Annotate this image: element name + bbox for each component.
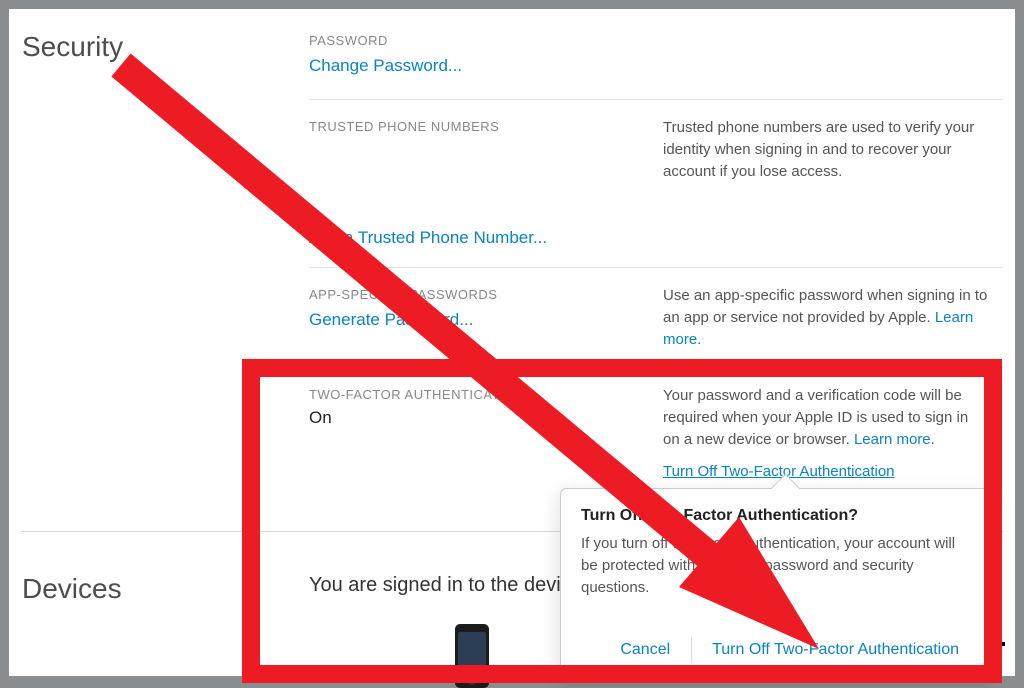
settings-panel: Security PASSWORD Change Password... TRU… — [9, 9, 1015, 676]
turn-off-two-factor-link[interactable]: Turn Off Two-Factor Authentication — [663, 463, 895, 480]
trusted-phone-desc: Trusted phone numbers are used to verify… — [663, 117, 989, 182]
app-specific-desc: Use an app-specific password when signin… — [663, 285, 989, 350]
device-thumbnail-iphone[interactable] — [455, 624, 489, 688]
divider — [309, 99, 1003, 100]
popover-title: Turn Off Two-Factor Authentication? — [581, 507, 971, 525]
decorative-mark — [997, 642, 1005, 646]
change-password-link[interactable]: Change Password... — [309, 56, 462, 76]
turn-off-two-factor-popover: Turn Off Two-Factor Authentication? If y… — [560, 488, 992, 678]
app-specific-heading: APP-SPECIFIC PASSWORDS — [309, 287, 639, 302]
two-factor-value: On — [309, 408, 639, 428]
popover-cancel-button[interactable]: Cancel — [608, 641, 682, 658]
two-factor-desc: Your password and a verification code wi… — [663, 385, 989, 450]
section-title-security: Security — [22, 31, 123, 63]
trusted-phone-heading: TRUSTED PHONE NUMBERS — [309, 119, 639, 134]
popover-confirm-button[interactable]: Turn Off Two-Factor Authentication — [700, 641, 971, 658]
popover-actions: Cancel Turn Off Two-Factor Authenticatio… — [608, 637, 971, 663]
generate-password-link[interactable]: Generate Password... — [309, 310, 473, 330]
popover-body: If you turn off two-factor authenticatio… — [581, 533, 971, 598]
content-area: Security PASSWORD Change Password... TRU… — [9, 9, 1015, 676]
section-title-devices: Devices — [22, 573, 122, 605]
devices-signed-in-text: You are signed in to the devic — [309, 574, 571, 597]
divider — [309, 267, 1003, 268]
two-factor-heading: TWO-FACTOR AUTHENTICATION — [309, 387, 639, 402]
popover-separator — [691, 637, 692, 663]
password-heading: PASSWORD — [309, 33, 639, 48]
add-trusted-phone-link[interactable]: Add a Trusted Phone Number... — [309, 228, 547, 248]
divider — [309, 367, 1003, 368]
two-factor-learn-more-link[interactable]: Learn more. — [854, 431, 935, 448]
